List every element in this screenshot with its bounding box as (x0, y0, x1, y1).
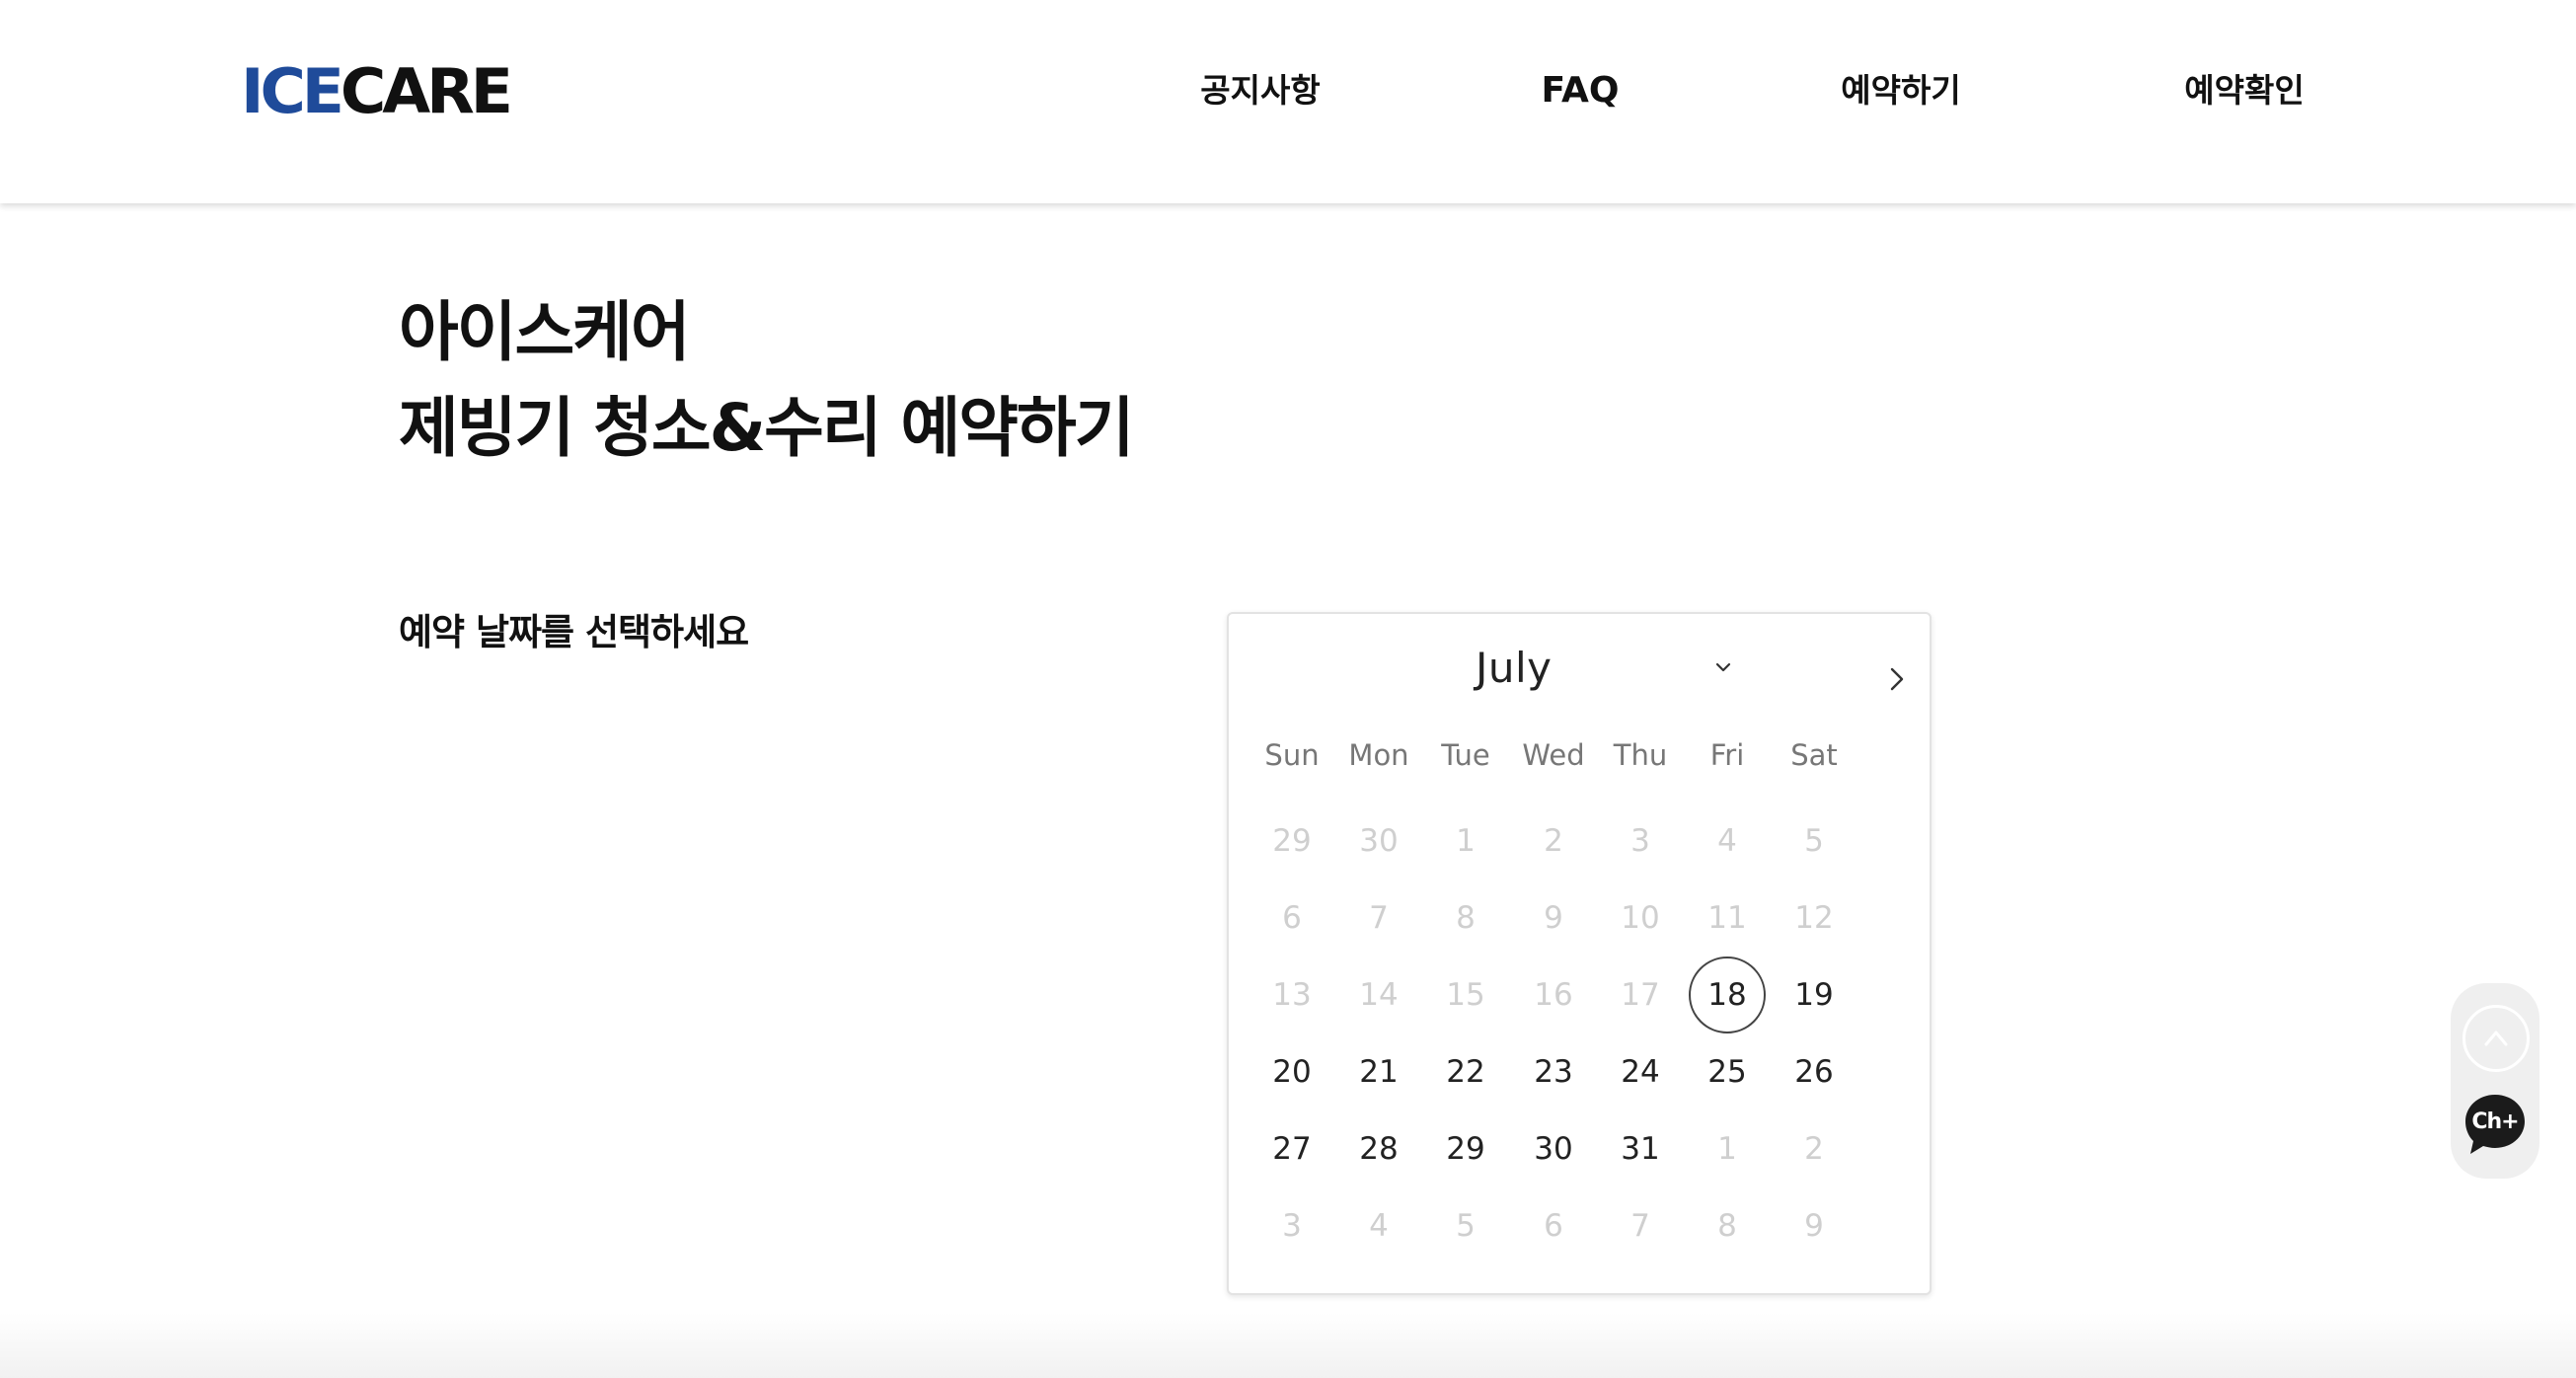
disabled-day: 13 (1272, 977, 1312, 1013)
disabled-day: 9 (1804, 1208, 1824, 1244)
calendar-day[interactable]: 21 (1340, 1034, 1417, 1110)
nav-faq-link[interactable]: FAQ (1542, 61, 1620, 120)
disabled-day: 7 (1630, 1208, 1650, 1244)
disabled-day: 12 (1794, 900, 1834, 936)
calendar-day[interactable]: 30 (1515, 1110, 1592, 1187)
disabled-day: 8 (1717, 1208, 1737, 1244)
icecare-logo[interactable]: ICE CARE (241, 55, 513, 127)
site-header: ICE CARE 공지사항 FAQ 예약하기 예약확인 (0, 0, 2576, 203)
calendar-day[interactable]: 29 (1427, 1110, 1504, 1187)
scroll-top-icon (2484, 1031, 2508, 1046)
calendar-day[interactable]: 25 (1689, 1034, 1766, 1110)
date-picker-calendar: July Sun Mon Tue Wed Thu Fri Sat 29 30 1 2 3 4 5 6 7 8 9… (1227, 612, 1932, 1295)
disabled-day: 5 (1456, 1208, 1476, 1244)
calendar-day[interactable]: 19 (1776, 957, 1853, 1034)
calendar-day[interactable]: 23 (1515, 1034, 1592, 1110)
disabled-day: 1 (1717, 1131, 1737, 1167)
page-title: 아이스케어 제빙기 청소&수리 예약하기 (399, 284, 1134, 476)
disabled-day: 30 (1359, 823, 1399, 859)
disabled-day: 1 (1456, 823, 1476, 859)
disabled-day: 6 (1544, 1208, 1563, 1244)
scroll-top-button[interactable] (2462, 1005, 2530, 1072)
calendar-day[interactable]: 22 (1427, 1034, 1504, 1110)
disabled-day: 11 (1707, 900, 1747, 936)
disabled-day: 16 (1534, 977, 1573, 1013)
date-prompt-label: 예약 날짜를 선택하세요 (399, 611, 749, 653)
disabled-day: 2 (1544, 823, 1563, 859)
calendar-day[interactable]: 27 (1253, 1110, 1330, 1187)
disabled-day: 2 (1804, 1131, 1824, 1167)
floating-quick-menu: Ch+ (2451, 983, 2539, 1179)
disabled-day: 17 (1621, 977, 1660, 1013)
page-title-line1: 아이스케어 (399, 294, 691, 370)
channel-chat-button[interactable]: Ch+ (2462, 1092, 2528, 1157)
bottom-fade (0, 1313, 2576, 1378)
disabled-day: 15 (1446, 977, 1485, 1013)
calendar-day[interactable]: 28 (1340, 1110, 1417, 1187)
chat-label: Ch+ (2471, 1109, 2519, 1134)
disabled-day: 5 (1804, 823, 1824, 859)
disabled-day: 3 (1630, 823, 1650, 859)
disabled-day: 9 (1544, 900, 1563, 936)
calendar-days-grid: 29 30 1 2 3 4 5 6 7 8 9 10 11 12 13 14 15 16 17 18 19 20 21 22 2… (1229, 614, 1930, 1293)
disabled-day: 3 (1282, 1208, 1302, 1244)
disabled-day: 4 (1717, 823, 1737, 859)
disabled-day: 14 (1359, 977, 1399, 1013)
disabled-day: 10 (1621, 900, 1660, 936)
calendar-day[interactable]: 31 (1602, 1110, 1679, 1187)
disabled-day: 4 (1369, 1208, 1389, 1244)
nav-check-reservation-link[interactable]: 예약확인 (2184, 61, 2304, 120)
disabled-day: 6 (1282, 900, 1302, 936)
nav-reserve-link[interactable]: 예약하기 (1841, 61, 1960, 120)
disabled-day: 8 (1456, 900, 1476, 936)
logo-care-text: CARE (340, 55, 513, 127)
calendar-day[interactable]: 24 (1602, 1034, 1679, 1110)
selected-day[interactable]: 18 (1689, 957, 1766, 1034)
logo-ice-text: ICE (241, 55, 344, 127)
disabled-day: 7 (1369, 900, 1389, 936)
disabled-day: 29 (1272, 823, 1312, 859)
calendar-day[interactable]: 26 (1776, 1034, 1853, 1110)
nav-notice-link[interactable]: 공지사항 (1200, 61, 1320, 120)
calendar-day[interactable]: 20 (1253, 1034, 1330, 1110)
page-title-line2: 제빙기 청소&수리 예약하기 (399, 390, 1134, 466)
